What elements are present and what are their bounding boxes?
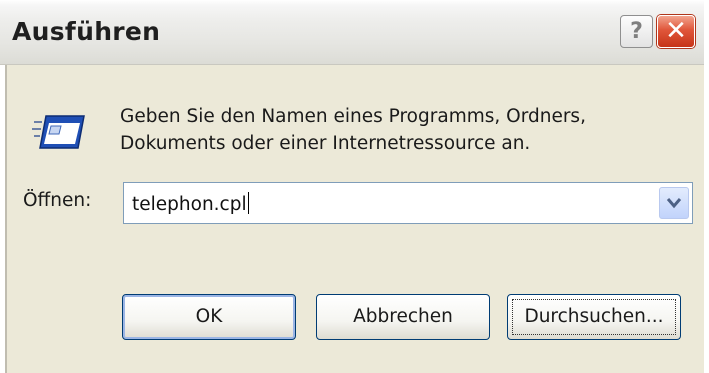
open-input[interactable]: telephon.cpl <box>132 192 249 215</box>
browse-button[interactable]: Durchsuchen... <box>507 294 681 340</box>
dialog-description: Geben Sie den Namen eines Programms, Ord… <box>120 103 586 157</box>
title-bar[interactable]: Ausführen ? ✕ <box>0 0 709 65</box>
chevron-down-icon <box>666 198 682 209</box>
help-icon: ? <box>630 19 643 44</box>
help-button[interactable]: ? <box>620 15 653 48</box>
window-title: Ausführen <box>12 17 161 46</box>
text-caret <box>247 192 249 214</box>
run-program-icon <box>32 115 85 149</box>
open-label: Öffnen: <box>23 190 92 211</box>
close-icon: ✕ <box>665 16 687 46</box>
focus-rectangle <box>512 299 676 335</box>
run-dialog-window: Ausführen ? ✕ Geben Sie den Namen eines … <box>0 0 709 373</box>
window-border <box>704 0 709 373</box>
open-combobox[interactable]: telephon.cpl <box>123 182 693 224</box>
open-input-text: telephon.cpl <box>132 194 247 215</box>
cancel-button[interactable]: Abbrechen <box>316 294 490 340</box>
description-line-2: Dokuments oder einer Internetressource a… <box>120 133 531 154</box>
description-line-1: Geben Sie den Namen eines Programms, Ord… <box>120 106 586 127</box>
ok-button[interactable]: OK <box>122 294 296 340</box>
dropdown-button[interactable] <box>659 187 689 219</box>
close-button[interactable]: ✕ <box>657 15 695 48</box>
